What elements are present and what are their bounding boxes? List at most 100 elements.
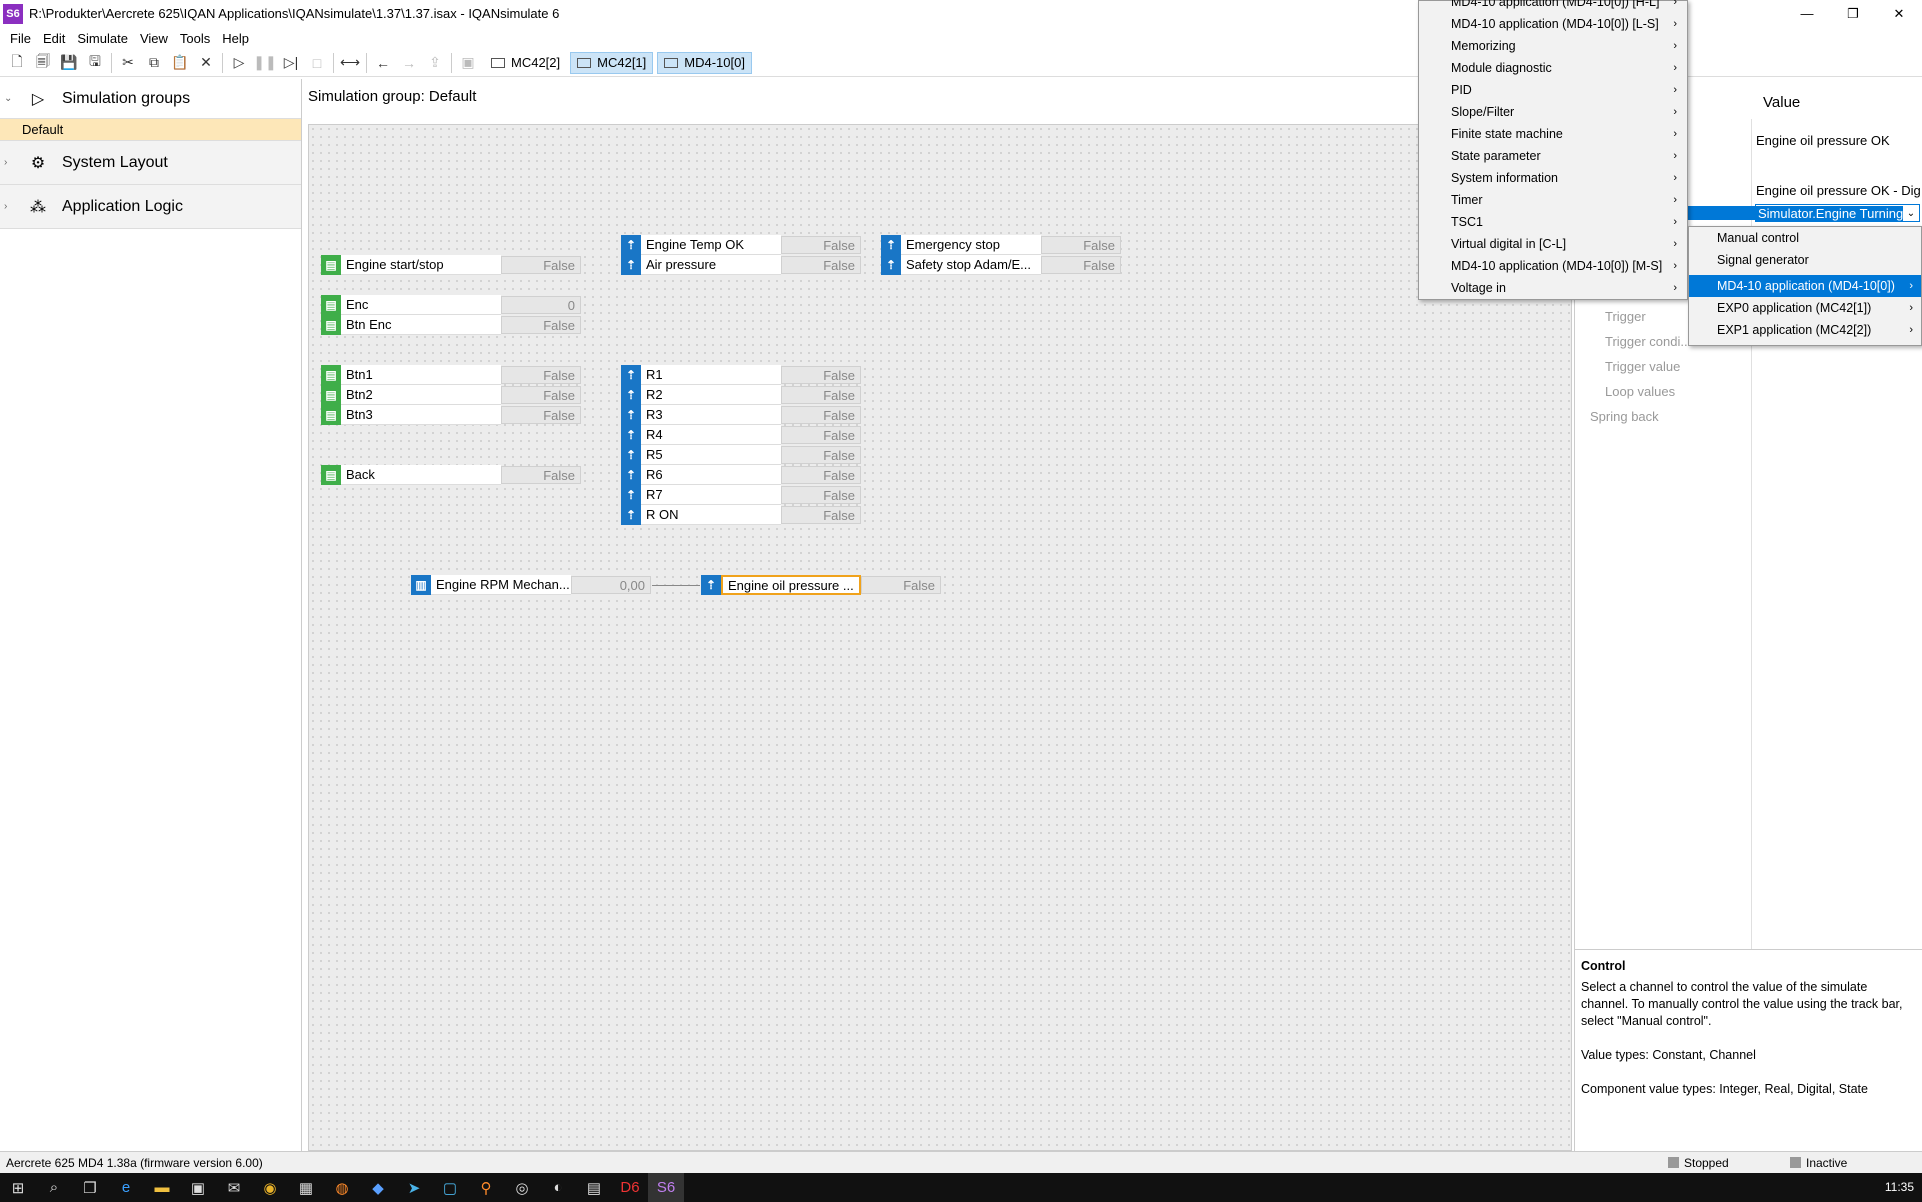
channel-r1[interactable]: ⇡ R1 False	[621, 365, 861, 385]
channel-engine-oil-pressure[interactable]: ⇡ Engine oil pressure ... False	[701, 575, 941, 595]
upload-icon[interactable]: ⇪	[422, 51, 448, 75]
menu-item[interactable]: MD4-10 application (MD4-10[0]) [H-L] ›	[1419, 0, 1687, 13]
chevron-down-icon[interactable]: ⌄	[1903, 208, 1919, 219]
menu-item-signal-generator[interactable]: Signal generator	[1689, 249, 1921, 271]
channel-r5[interactable]: ⇡ R5 False	[621, 445, 861, 465]
channel-value[interactable]: 0,00	[571, 576, 651, 594]
channel-back[interactable]: ▤ Back False	[321, 465, 581, 485]
channel-value[interactable]: False	[501, 316, 581, 334]
app-icon[interactable]: ▦	[288, 1173, 324, 1202]
application-logic-header[interactable]: › ⁂ Application Logic	[0, 185, 301, 229]
channel-value[interactable]: False	[781, 256, 861, 274]
channel-value[interactable]: False	[501, 466, 581, 484]
property-trigger[interactable]: Trigger	[1605, 309, 1646, 324]
menu-item-manual-control[interactable]: Manual control	[1689, 227, 1921, 249]
menu-item[interactable]: System information ›	[1419, 167, 1687, 189]
simulation-groups-header[interactable]: ⌄ ▷ Simulation groups	[0, 79, 301, 119]
channel-air-pressure[interactable]: ⇡ Air pressure False	[621, 255, 861, 275]
channel-emergency-stop[interactable]: ⇡ Emergency stop False	[881, 235, 1121, 255]
channel-engine-temp-ok[interactable]: ⇡ Engine Temp OK False	[621, 235, 861, 255]
search-icon[interactable]: ⌕	[36, 1173, 72, 1202]
new-file-icon[interactable]: 🗋	[4, 51, 30, 75]
step-icon[interactable]: ▷|	[278, 51, 304, 75]
channel-value[interactable]: False	[781, 486, 861, 504]
channel-r2[interactable]: ⇡ R2 False	[621, 385, 861, 405]
channel-btn-enc[interactable]: ▤ Btn Enc False	[321, 315, 581, 335]
store-icon[interactable]: ▣	[180, 1173, 216, 1202]
back-arrow-icon[interactable]: ←	[370, 51, 396, 75]
app-icon[interactable]: ▢	[432, 1173, 468, 1202]
menu-item[interactable]: State parameter ›	[1419, 145, 1687, 167]
channel-value[interactable]: False	[861, 576, 941, 594]
channel-engine-rpm[interactable]: ▥ Engine RPM Mechan... 0,00	[411, 575, 651, 595]
forward-arrow-icon[interactable]: →	[396, 51, 422, 75]
save-icon[interactable]: 💾	[56, 51, 82, 75]
channel-r4[interactable]: ⇡ R4 False	[621, 425, 861, 445]
menu-item-exp1-application[interactable]: EXP1 application (MC42[2]) ›	[1689, 319, 1921, 341]
tab-md4-10-0[interactable]: MD4-10[0]	[657, 51, 752, 74]
app-icon[interactable]: ⚲	[468, 1173, 504, 1202]
menu-tools[interactable]: Tools	[174, 31, 216, 46]
menu-item[interactable]: Slope/Filter ›	[1419, 101, 1687, 123]
menu-item[interactable]: TSC1 ›	[1419, 211, 1687, 233]
new-template-icon[interactable]: 🗐	[30, 51, 56, 75]
channel-value[interactable]: False	[1041, 256, 1121, 274]
menu-item[interactable]: MD4-10 application (MD4-10[0]) [L-S] ›	[1419, 13, 1687, 35]
menu-item[interactable]: Finite state machine ›	[1419, 123, 1687, 145]
menu-item-exp0-application[interactable]: EXP0 application (MC42[1]) ›	[1689, 297, 1921, 319]
app-icon[interactable]: ◐	[540, 1173, 576, 1202]
menu-simulate[interactable]: Simulate	[71, 31, 134, 46]
channel-r6[interactable]: ⇡ R6 False	[621, 465, 861, 485]
menu-item[interactable]: PID ›	[1419, 79, 1687, 101]
save-all-icon[interactable]: 🖫	[82, 51, 108, 75]
app-icon[interactable]: ◆	[360, 1173, 396, 1202]
start-icon[interactable]: ⊞	[0, 1173, 36, 1202]
property-loop-values[interactable]: Loop values	[1605, 384, 1675, 399]
close-button[interactable]: ✕	[1876, 0, 1922, 27]
menu-edit[interactable]: Edit	[37, 31, 71, 46]
edge-icon[interactable]: e	[108, 1173, 144, 1202]
channel-value[interactable]: 0	[501, 296, 581, 314]
file-explorer-icon[interactable]: ▬	[144, 1173, 180, 1202]
channel-value[interactable]: False	[1041, 236, 1121, 254]
channel-value[interactable]: False	[781, 506, 861, 524]
channel-btn2[interactable]: ▤ Btn2 False	[321, 385, 581, 405]
stop-icon[interactable]: □	[304, 51, 330, 75]
channel-value[interactable]: False	[781, 406, 861, 424]
channel-btn1[interactable]: ▤ Btn1 False	[321, 365, 581, 385]
cut-icon[interactable]: ✂	[115, 51, 141, 75]
channel-r3[interactable]: ⇡ R3 False	[621, 405, 861, 425]
system-layout-header[interactable]: › ⚙ System Layout	[0, 141, 301, 185]
firefox-icon[interactable]: ◍	[324, 1173, 360, 1202]
property-trigger-value[interactable]: Trigger value	[1605, 359, 1680, 374]
channel-value[interactable]: False	[781, 236, 861, 254]
property-spring-back[interactable]: Spring back	[1590, 409, 1659, 424]
telegram-icon[interactable]: ➤	[396, 1173, 432, 1202]
menu-item[interactable]: Virtual digital in [C-L] ›	[1419, 233, 1687, 255]
channel-btn3[interactable]: ▤ Btn3 False	[321, 405, 581, 425]
restore-button[interactable]: ❐	[1830, 0, 1876, 27]
copy-icon[interactable]: ⧉	[141, 51, 167, 75]
tab-mc42-1[interactable]: MC42[1]	[570, 51, 654, 74]
menu-item-md4-application[interactable]: MD4-10 application (MD4-10[0]) ›	[1689, 275, 1921, 297]
chrome-icon[interactable]: ◉	[252, 1173, 288, 1202]
pause-icon[interactable]: ❚❚	[252, 51, 278, 75]
menu-item[interactable]: MD4-10 application (MD4-10[0]) [M-S] ›	[1419, 255, 1687, 277]
channel-value[interactable]: False	[781, 366, 861, 384]
channel-value[interactable]: False	[501, 386, 581, 404]
delete-icon[interactable]: ✕	[193, 51, 219, 75]
channel-engine-start-stop[interactable]: ▤ Engine start/stop False	[321, 255, 581, 275]
channel-value[interactable]: False	[781, 426, 861, 444]
channel-value[interactable]: False	[501, 256, 581, 274]
channel-r7[interactable]: ⇡ R7 False	[621, 485, 861, 505]
paste-icon[interactable]: 📋	[167, 51, 193, 75]
iqan-simulate-icon[interactable]: S6	[648, 1173, 684, 1202]
menu-item[interactable]: Module diagnostic ›	[1419, 57, 1687, 79]
camera-icon[interactable]: ▣	[455, 51, 481, 75]
channel-safety-stop[interactable]: ⇡ Safety stop Adam/E... False	[881, 255, 1121, 275]
simulation-canvas[interactable]: ▤ Engine start/stop False ▤ Enc 0 ▤ Btn …	[308, 124, 1572, 1151]
app-icon[interactable]: ▤	[576, 1173, 612, 1202]
menu-file[interactable]: File	[4, 31, 37, 46]
menu-item[interactable]: Timer ›	[1419, 189, 1687, 211]
channel-r-on[interactable]: ⇡ R ON False	[621, 505, 861, 525]
